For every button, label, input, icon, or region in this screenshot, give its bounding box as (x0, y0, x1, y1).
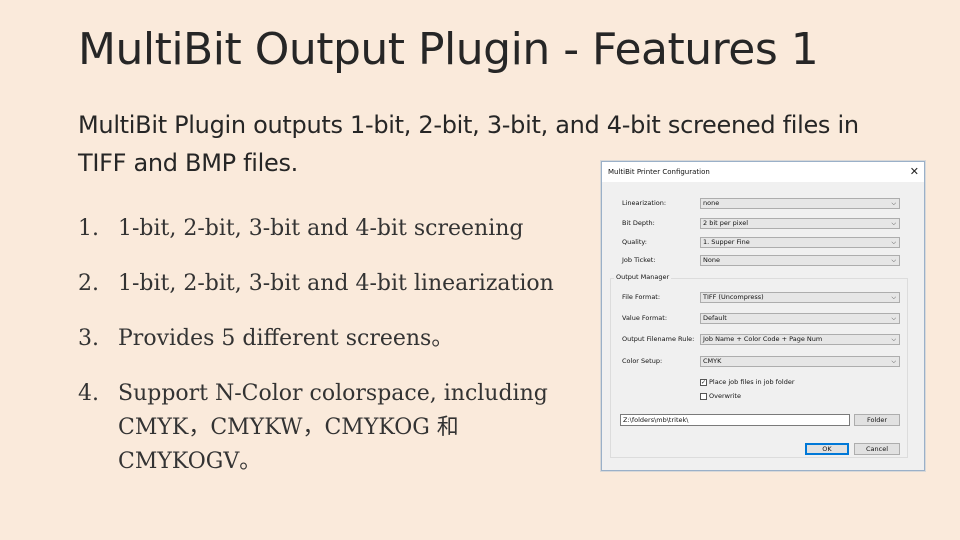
slide-title: MultiBit Output Plugin - Features 1 (78, 24, 819, 75)
linearization-label: Linearization: (622, 199, 667, 207)
chevron-down-icon: ⌵ (891, 200, 896, 207)
close-icon[interactable]: ✕ (910, 165, 919, 178)
value-format-value: Default (703, 314, 727, 322)
feature-list: 1. 1-bit, 2-bit, 3-bit and 4-bit screeni… (78, 212, 578, 500)
job-ticket-select[interactable]: None ⌵ (700, 255, 900, 266)
checkbox-unchecked-icon (700, 392, 707, 400)
chevron-down-icon: ⌵ (891, 220, 896, 227)
feature-number: 2. (78, 271, 99, 296)
value-format-label: Value Format: (622, 314, 668, 322)
bit-depth-label: Bit Depth: (622, 219, 655, 227)
feature-item: 3. Provides 5 different screens。 (78, 322, 578, 356)
filename-rule-select[interactable]: Job Name + Color Code + Page Num ⌵ (700, 334, 900, 345)
color-setup-label: Color Setup: (622, 357, 663, 365)
color-setup-select[interactable]: CMYK ⌵ (700, 356, 900, 367)
folder-button[interactable]: Folder (854, 414, 900, 426)
output-manager-legend: Output Manager (614, 273, 672, 281)
linearization-value: none (703, 199, 720, 207)
ok-button[interactable]: OK (805, 443, 849, 455)
dialog-title: MultiBit Printer Configuration (608, 168, 710, 176)
dialog-body: Linearization: none ⌵ Bit Depth: 2 bit p… (602, 182, 924, 470)
dialog-titlebar[interactable]: MultiBit Printer Configuration ✕ (602, 162, 924, 182)
feature-text: Provides 5 different screens。 (118, 326, 454, 351)
job-ticket-value: None (703, 256, 720, 264)
chevron-down-icon: ⌵ (891, 239, 896, 246)
quality-label: Quality: (622, 238, 647, 246)
chevron-down-icon: ⌵ (891, 336, 896, 343)
bit-depth-select[interactable]: 2 bit per pixel ⌵ (700, 218, 900, 229)
overwrite-label: Overwrite (709, 392, 741, 400)
feature-number: 4. (78, 381, 99, 406)
chevron-down-icon: ⌵ (891, 294, 896, 301)
feature-text: 1-bit, 2-bit, 3-bit and 4-bit screening (118, 216, 524, 241)
filename-rule-label: Output Filename Rule: (622, 335, 695, 343)
chevron-down-icon: ⌵ (891, 358, 896, 365)
output-manager-group (610, 278, 908, 458)
quality-value: 1. Supper Fine (703, 238, 750, 246)
overwrite-checkbox[interactable]: Overwrite (700, 392, 741, 400)
file-format-select[interactable]: TIFF (Uncompress) ⌵ (700, 292, 900, 303)
quality-select[interactable]: 1. Supper Fine ⌵ (700, 237, 900, 248)
checkbox-checked-icon: ✓ (700, 378, 707, 386)
feature-item: 2. 1-bit, 2-bit, 3-bit and 4-bit lineari… (78, 267, 578, 301)
feature-text: 1-bit, 2-bit, 3-bit and 4-bit linearizat… (118, 271, 554, 296)
place-in-folder-label: Place job files in job folder (709, 378, 795, 386)
value-format-select[interactable]: Default ⌵ (700, 313, 900, 324)
cancel-button[interactable]: Cancel (854, 443, 900, 455)
feature-number: 1. (78, 216, 99, 241)
job-ticket-label: Job Ticket: (622, 256, 656, 264)
linearization-select[interactable]: none ⌵ (700, 198, 900, 209)
output-path-input[interactable]: Z:\folders\mb\tritek\ (620, 414, 850, 426)
place-in-folder-checkbox[interactable]: ✓ Place job files in job folder (700, 378, 795, 386)
color-setup-value: CMYK (703, 357, 722, 365)
filename-rule-value: Job Name + Color Code + Page Num (703, 335, 823, 343)
file-format-value: TIFF (Uncompress) (703, 293, 764, 301)
feature-item: 1. 1-bit, 2-bit, 3-bit and 4-bit screeni… (78, 212, 578, 246)
feature-number: 3. (78, 326, 99, 351)
printer-config-dialog: MultiBit Printer Configuration ✕ Lineari… (601, 161, 925, 471)
chevron-down-icon: ⌵ (891, 315, 896, 322)
chevron-down-icon: ⌵ (891, 257, 896, 264)
feature-item: 4. Support N-Color colorspace, including… (78, 377, 578, 479)
bit-depth-value: 2 bit per pixel (703, 219, 748, 227)
file-format-label: File Format: (622, 293, 661, 301)
feature-text: Support N-Color colorspace, including CM… (118, 381, 548, 474)
